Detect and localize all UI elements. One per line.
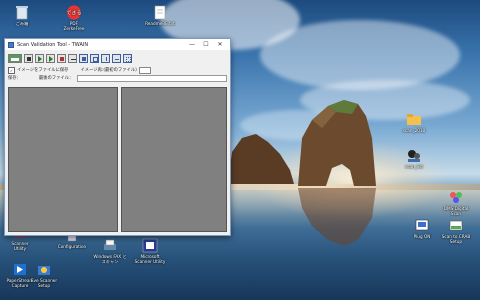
scan-button[interactable]: [8, 53, 22, 63]
desktop-icon-label: scan_list: [405, 164, 423, 169]
desktop-icon-folder[interactable]: scan_2018: [394, 112, 434, 133]
plug-icon: [415, 219, 429, 231]
fax-scan-icon: [104, 239, 116, 250]
toolbar: [5, 50, 230, 66]
x-box-button[interactable]: [79, 53, 88, 63]
minimize-button[interactable]: —: [185, 41, 199, 48]
desktop-icon-scan-setup[interactable]: Scan to CRAB Setup: [436, 218, 476, 244]
desktop-icon-pdf[interactable]: できる PDF ZerkeFree: [54, 5, 94, 31]
minus-icon: [71, 58, 76, 60]
record-icon: [60, 56, 64, 61]
preview-panes: [8, 87, 227, 232]
desktop-icon-label: Scanner Utility: [11, 241, 29, 251]
desktop-icon-ms-scanner[interactable]: Microsoft Scanner Utility: [130, 238, 170, 264]
window-title: Scan Validation Tool - TWAIN: [17, 41, 89, 48]
reselect-input[interactable]: [138, 66, 151, 74]
scan-setup-icon: [449, 220, 463, 231]
desktop-icon-recycle-bin[interactable]: ごみ箱: [2, 5, 42, 26]
recycle-bin-icon: [16, 6, 28, 20]
stop-icon: [27, 56, 31, 61]
cloud: [260, 20, 460, 90]
text-file-icon: [154, 5, 166, 20]
ms-scanner-icon: [142, 238, 158, 253]
desktop-icon-dms[interactable]: DMS Digital Scan: [436, 190, 476, 216]
desktop-icon-setup[interactable]: Eve Scanner Setup: [24, 262, 64, 288]
save-image-label: イメージをファイルに保存: [17, 68, 69, 73]
scan-icon: [11, 57, 19, 61]
last-file-label: 最後のファイル：: [38, 76, 74, 81]
play-icon: [38, 55, 42, 62]
desktop-icon-label: PDF ZerkeFree: [63, 21, 85, 31]
x-box-icon: [82, 56, 86, 61]
desktop-icon-label: scan_2018: [402, 128, 426, 133]
desktop-icon-label: Plug ON: [413, 234, 431, 239]
desktop-icon-readme[interactable]: ReadmeRE.txt: [140, 5, 180, 26]
dms-icon: [450, 192, 462, 203]
setup-icon: [38, 266, 50, 275]
split-vertical-icon: [106, 56, 107, 61]
rock-reflection: [298, 188, 376, 246]
record-button[interactable]: [57, 53, 66, 63]
options-row: ✓ イメージをファイルに保存 イメージ再:(最初のファイル): [5, 66, 230, 74]
maximize-button[interactable]: ☐: [199, 41, 213, 48]
desktop-icon-label: Scan to CRAB Setup: [441, 234, 471, 244]
pdf-app-icon: できる: [67, 5, 82, 20]
desktop-icon-label: Configuration: [57, 244, 87, 249]
stop-button[interactable]: [24, 53, 33, 63]
folder-icon: [407, 114, 421, 125]
app-window: Scan Validation Tool - TWAIN — ☐ ✕ ✓ イメー…: [4, 38, 231, 236]
minus-button[interactable]: [68, 53, 77, 63]
frame-button[interactable]: [90, 53, 99, 63]
desktop-icon-label: ReadmeRE.txt: [145, 21, 175, 26]
desktop-icon-label: DMS Digital Scan: [443, 206, 469, 216]
left-image-pane[interactable]: [8, 87, 118, 232]
app-icon: [8, 41, 14, 48]
split-vertical-button[interactable]: [101, 53, 110, 63]
desktop-icon-label: ごみ箱: [15, 21, 29, 26]
rock-arch: [298, 100, 376, 186]
path-row: 保存： 最後のファイル：: [5, 74, 230, 82]
desktop-icon-scan-list[interactable]: scan_list: [394, 148, 434, 169]
desktop-icon-fax-scan[interactable]: Windows FAX と スキャン: [90, 238, 130, 264]
split-horizontal-button[interactable]: [112, 53, 121, 63]
grid-icon: [126, 56, 131, 62]
reselect-label: イメージ再:(最初のファイル): [80, 68, 137, 73]
last-file-field[interactable]: [77, 74, 227, 82]
desktop-icon-label: Eve Scanner Setup: [30, 278, 58, 288]
right-image-pane[interactable]: [121, 87, 227, 232]
step-button[interactable]: [46, 53, 55, 63]
save-image-checkbox[interactable]: ✓: [8, 66, 15, 74]
title-bar[interactable]: Scan Validation Tool - TWAIN — ☐ ✕: [5, 39, 230, 50]
scanner-app-icon: [408, 150, 420, 162]
folder-label: 保存：: [8, 76, 21, 81]
grid-button[interactable]: [123, 53, 132, 63]
desktop-icon-label: Windows FAX と スキャン: [93, 254, 127, 264]
close-button[interactable]: ✕: [213, 41, 227, 48]
desktop-icon-label: Microsoft Scanner Utility: [134, 254, 166, 264]
rock-left: [228, 134, 294, 184]
split-horizontal-icon: [115, 58, 119, 60]
step-icon: [49, 55, 53, 62]
frame-icon: [93, 56, 98, 62]
play-button[interactable]: [35, 53, 44, 63]
svg-text:できる: できる: [67, 10, 82, 17]
